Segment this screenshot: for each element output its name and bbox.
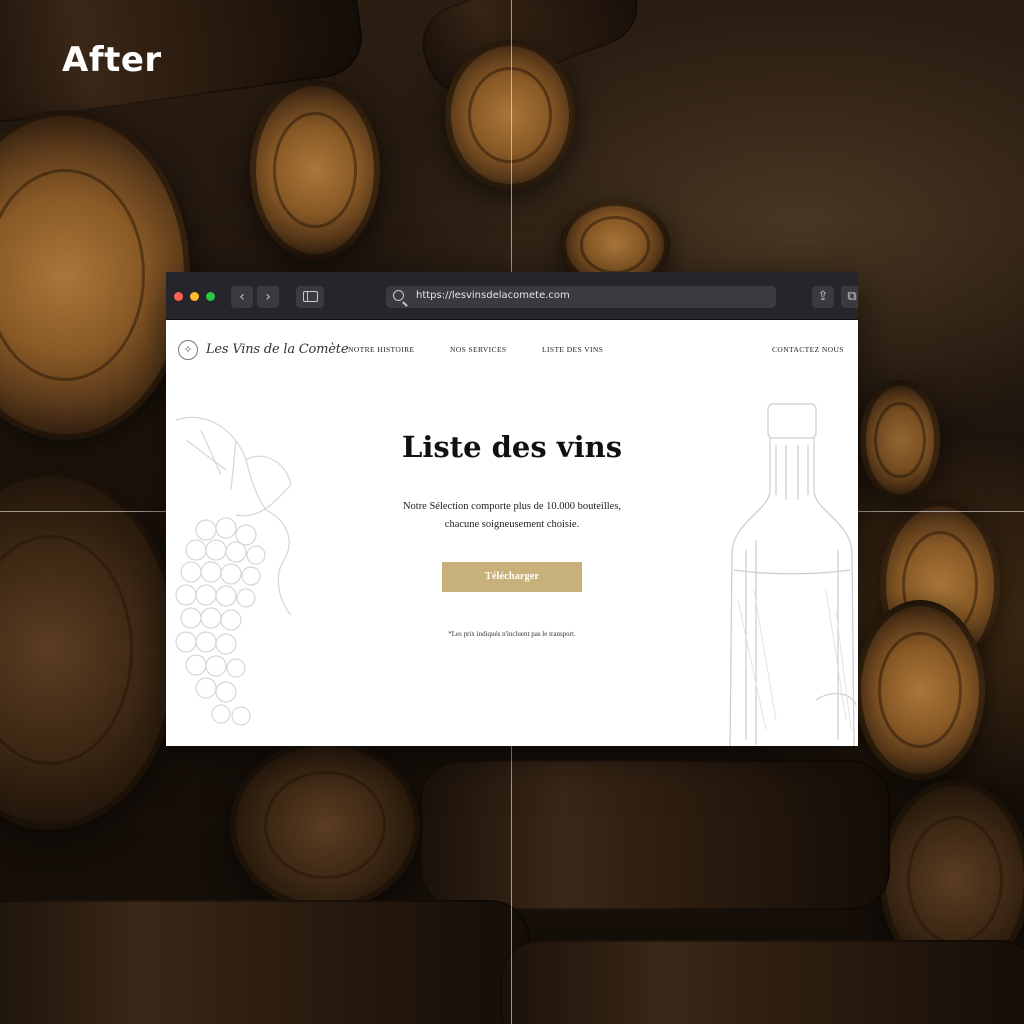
barrel-head [0,110,190,440]
search-icon [393,290,404,301]
address-bar[interactable]: https://lesvinsdelacomete.com [386,286,776,308]
close-window-button[interactable] [174,292,183,301]
site-logo[interactable]: Les Vins de la Comète [206,342,349,357]
barrel-head [445,40,575,190]
barrel-head [0,470,180,830]
forward-button[interactable]: › [257,286,279,308]
logo-icon: ✧ [178,340,198,360]
nav-link-contactez-nous[interactable]: CONTACTEZ NOUS [772,345,844,354]
download-button[interactable]: Télécharger [442,562,582,592]
share-button[interactable]: ⇪ [812,286,834,308]
web-page: ✧ Les Vins de la Comète NOTRE HISTOIRE N… [166,320,858,746]
maximize-window-button[interactable] [206,292,215,301]
barrel-stave [500,940,1024,1024]
barrel-stave [420,760,890,910]
sidebar-icon [302,290,318,302]
page-title: Liste des vins [401,430,623,464]
browser-window: ‹ › https://lesvinsdelacomete.com ⇪ ⧉ ✧ … [166,272,858,746]
tabs-overview-button[interactable]: ⧉ [841,286,858,308]
nav-link-nos-services[interactable]: NOS SERVICES [450,345,507,354]
barrel-head [250,80,380,260]
back-button[interactable]: ‹ [231,286,253,308]
sidebar-toggle-button[interactable] [296,286,324,308]
url-text: https://lesvinsdelacomete.com [416,290,570,301]
minimize-window-button[interactable] [190,292,199,301]
site-header: ✧ Les Vins de la Comète NOTRE HISTOIRE N… [166,320,858,380]
barrel-head [855,600,985,780]
barrel-stave [0,900,530,1024]
after-label: After [62,40,162,80]
nav-link-notre-histoire[interactable]: NOTRE HISTOIRE [348,345,415,354]
transport-footnote: *Les prix indiqués n'incluent pas le tra… [448,630,576,638]
barrel-head [230,740,420,910]
hero-description: Notre Sélection comporte plus de 10.000 … [402,501,622,530]
browser-toolbar: ‹ › https://lesvinsdelacomete.com ⇪ ⧉ [166,272,858,320]
nav-link-liste-des-vins[interactable]: LISTE DES VINS [542,345,603,354]
barrel-head [860,380,940,500]
